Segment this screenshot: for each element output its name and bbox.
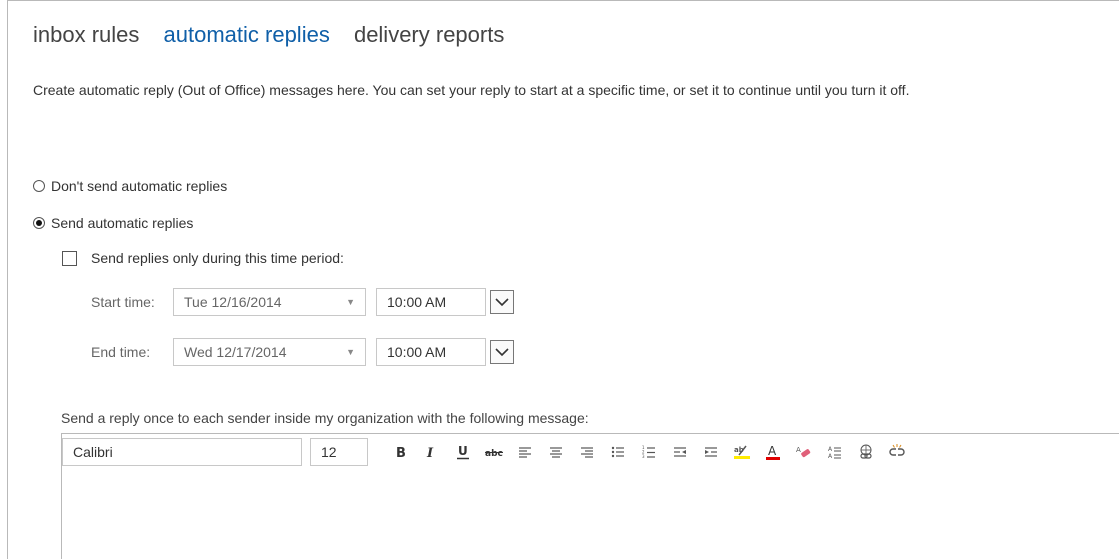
radio-selected-dot [36,220,42,226]
svg-text:A: A [768,444,777,458]
dont-send-option[interactable]: Don't send automatic replies [33,178,227,194]
intro-text: Create automatic reply (Out of Office) m… [33,82,910,98]
remove-link-icon[interactable] [884,440,910,464]
svg-text:I: I [426,446,434,459]
insert-link-icon[interactable] [853,440,879,464]
strikethrough-icon[interactable]: abc [481,440,507,464]
start-time-value: 10:00 AM [387,294,447,310]
chevron-down-icon[interactable] [490,340,514,364]
tab-inbox-rules[interactable]: inbox rules [33,22,139,47]
chevron-down-icon[interactable] [490,290,514,314]
italic-icon[interactable]: I [419,440,445,464]
increase-indent-icon[interactable] [698,440,724,464]
end-time-row: End time: Wed 12/17/2014 ▼ 10:00 AM [91,338,514,366]
end-time-label: End time: [91,344,151,360]
end-date-value: Wed 12/17/2014 [184,344,287,360]
start-date-picker[interactable]: Tue 12/16/2014 ▼ [173,288,366,316]
start-time-select[interactable]: 10:00 AM [376,288,486,316]
chevron-down-icon[interactable]: ▼ [346,347,355,357]
time-period-checkbox[interactable] [62,250,77,266]
svg-text:U: U [458,444,468,458]
reply-inside-editor[interactable]: Calibri 12 B I U abc 123 ab A A A A [61,433,1119,559]
chevron-down-icon[interactable]: ▼ [346,297,355,307]
formatting-toolbar: Calibri 12 B I U abc 123 ab A A A A [62,434,1119,469]
align-center-icon[interactable] [543,440,569,464]
send-option[interactable]: Send automatic replies [33,215,193,231]
svg-text:A: A [796,446,801,454]
font-size-value: 12 [321,443,337,460]
dont-send-radio[interactable] [33,180,45,192]
bold-icon[interactable]: B [388,440,414,464]
end-date-picker[interactable]: Wed 12/17/2014 ▼ [173,338,366,366]
time-period-option[interactable]: Send replies only during this time perio… [62,250,344,266]
font-size-field[interactable]: 12 [310,437,368,466]
svg-text:B: B [396,446,406,459]
time-period-label: Send replies only during this time perio… [91,250,344,266]
tab-automatic-replies[interactable]: automatic replies [164,22,330,47]
settings-tabs: inbox rules automatic replies delivery r… [33,22,522,48]
underline-icon[interactable]: U [450,440,476,464]
bullet-list-icon[interactable] [605,440,631,464]
dont-send-label: Don't send automatic replies [51,178,228,194]
superscript-subscript-icon[interactable]: AA [822,440,848,464]
font-name-field[interactable]: Calibri [62,437,302,466]
start-date-value: Tue 12/16/2014 [184,294,282,310]
font-name-value: Calibri [73,443,113,460]
numbered-list-icon[interactable]: 123 [636,440,662,464]
highlight-icon[interactable]: ab [729,440,755,464]
decrease-indent-icon[interactable] [667,440,693,464]
svg-text:abc: abc [485,449,503,458]
end-time-select[interactable]: 10:00 AM [376,338,486,366]
end-time-value: 10:00 AM [387,344,447,360]
start-time-row: Start time: Tue 12/16/2014 ▼ 10:00 AM [91,288,514,316]
tab-delivery-reports[interactable]: delivery reports [354,22,504,47]
align-right-icon[interactable] [574,440,600,464]
align-left-icon[interactable] [512,440,538,464]
send-radio[interactable] [33,217,45,229]
reply-inside-label: Send a reply once to each sender inside … [61,410,589,426]
clear-formatting-icon[interactable]: A [791,440,817,464]
svg-text:A: A [828,453,833,459]
svg-text:A: A [828,446,833,453]
svg-text:3: 3 [642,454,645,459]
start-time-label: Start time: [91,294,155,310]
send-label: Send automatic replies [51,215,194,231]
font-color-icon[interactable]: A [760,440,786,464]
